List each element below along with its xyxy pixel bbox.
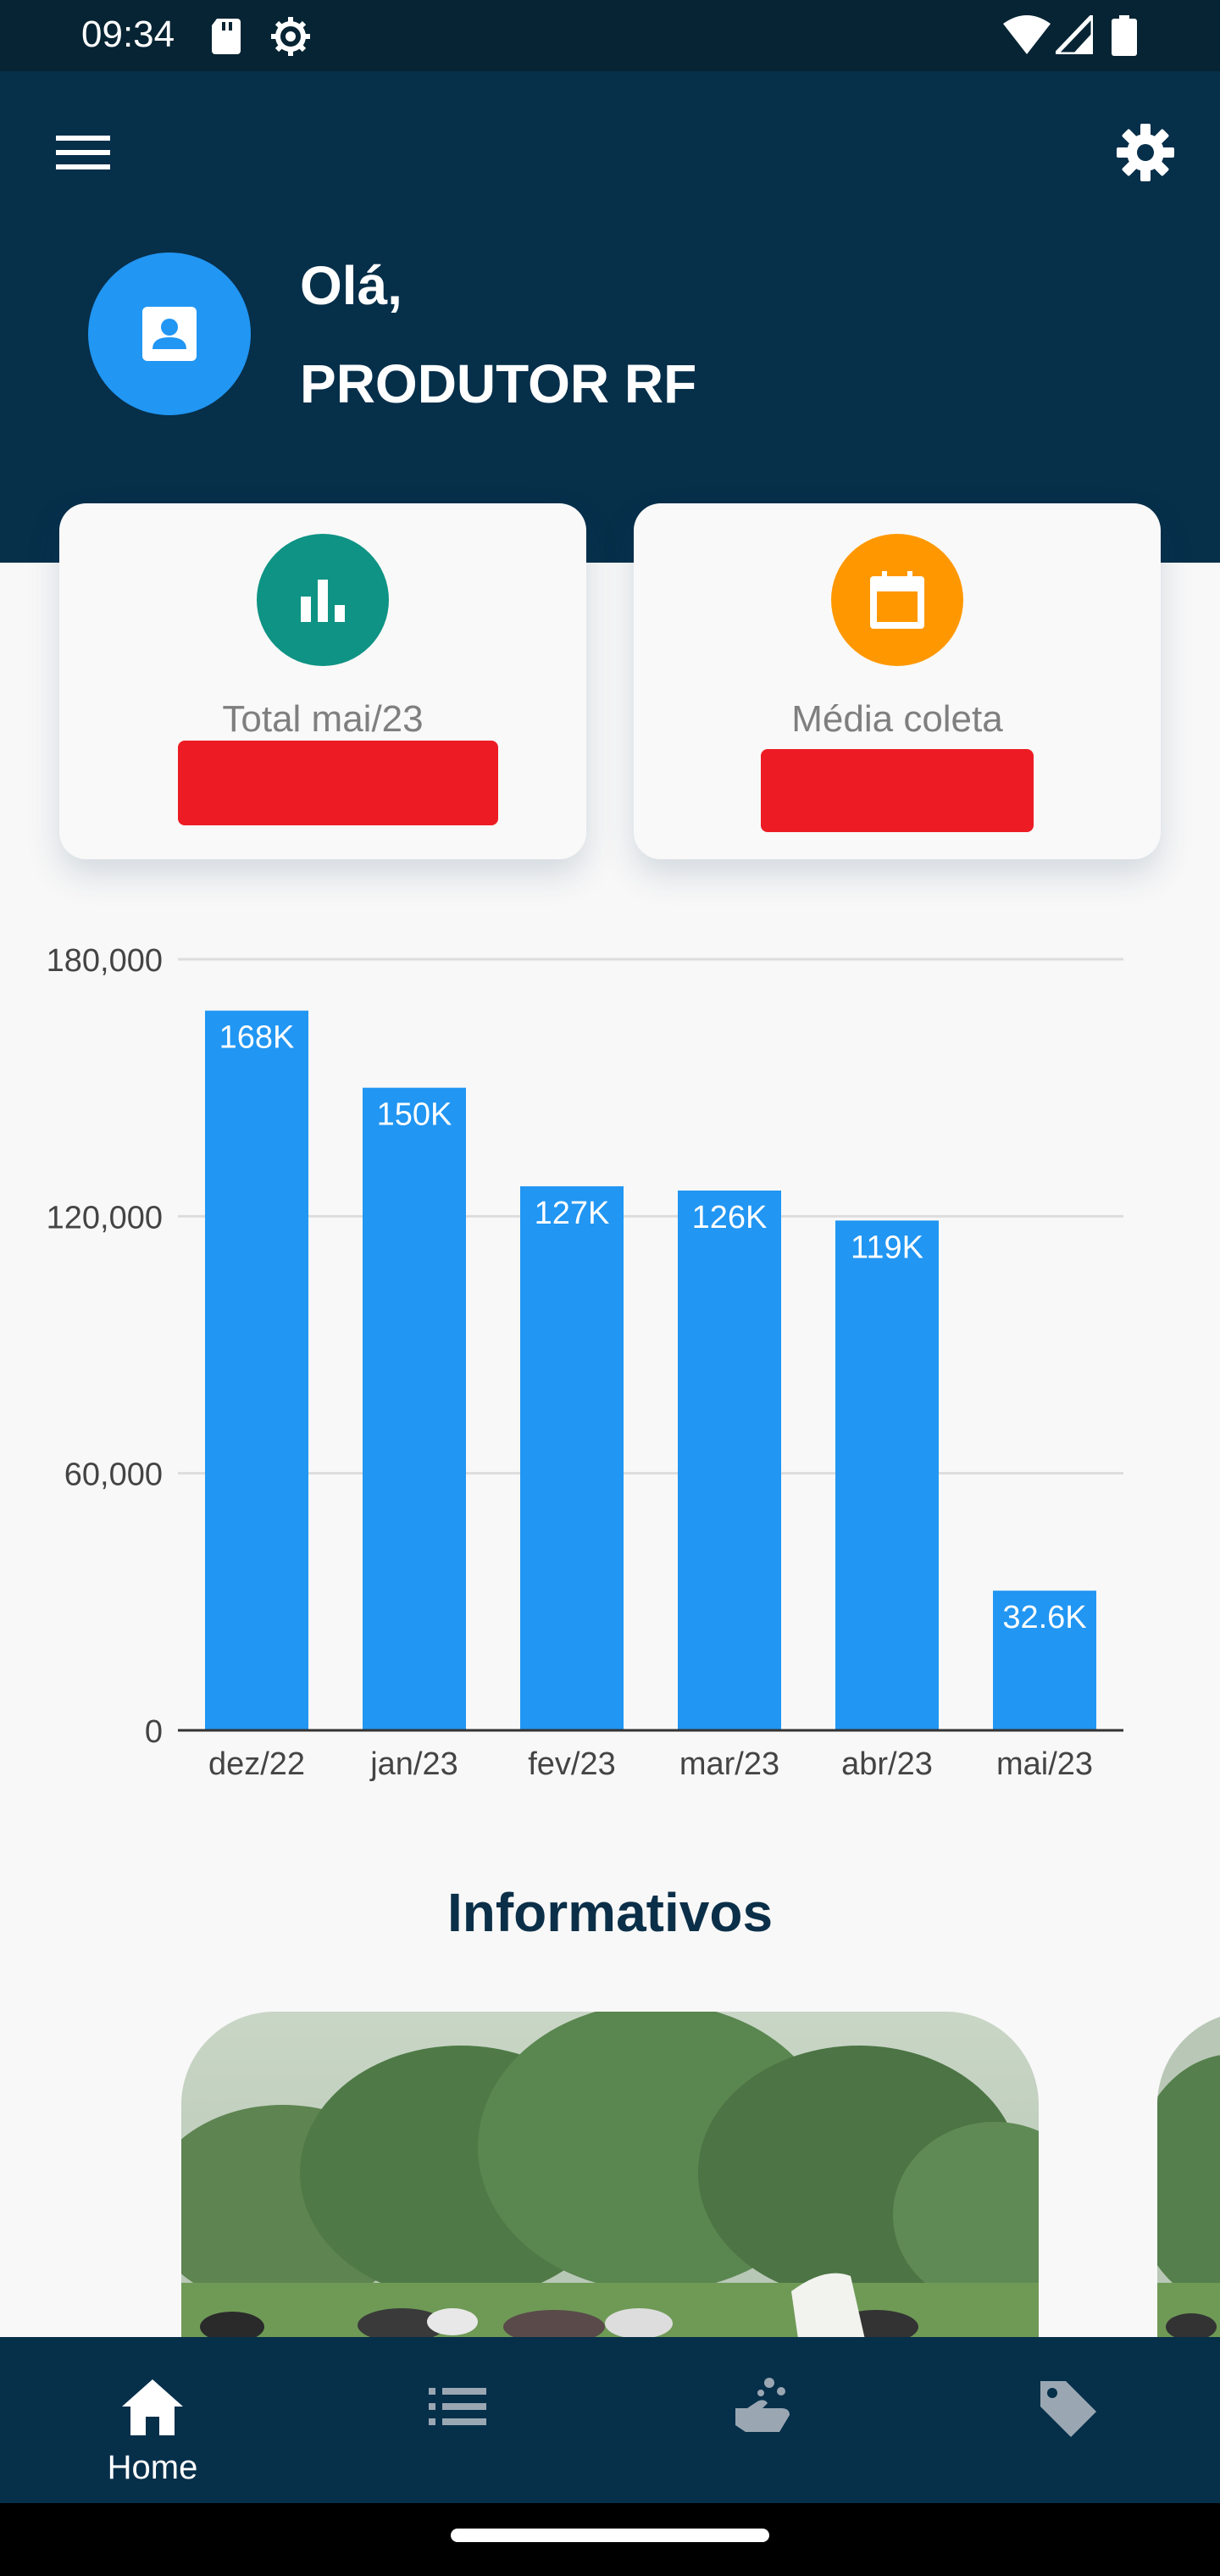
hand-wash-icon — [735, 2378, 790, 2432]
total-card-title: Total mai/23 — [222, 698, 424, 740]
y-tick-label: 120,000 — [47, 1200, 163, 1235]
calendar-icon — [870, 571, 924, 629]
status-time: 09:34 — [81, 14, 175, 55]
x-tick-label: fev/23 — [528, 1746, 616, 1782]
total-card[interactable]: Total mai/23 — [59, 503, 586, 859]
bar-data-label: 168K — [219, 1020, 295, 1056]
nav-item-hand-wash[interactable] — [610, 2337, 915, 2503]
bar-data-label: 119K — [851, 1230, 923, 1265]
production-chart: 0 60,000 120,000 180,000 168K dez/22 150K jan/2… — [0, 915, 1220, 1796]
chart-bar — [520, 1185, 624, 1730]
gear-icon[interactable] — [1115, 122, 1176, 183]
sd-card-icon — [212, 19, 241, 54]
y-tick-label: 60,000 — [64, 1457, 163, 1493]
list-icon — [429, 2388, 486, 2425]
nav-item-list[interactable] — [305, 2337, 610, 2503]
x-tick-label: abr/23 — [841, 1746, 933, 1782]
x-tick-label: dez/22 — [208, 1746, 305, 1782]
settings-cog-icon — [271, 17, 310, 56]
home-gesture-handle[interactable] — [451, 2529, 769, 2542]
bar-chart-icon-badge — [257, 534, 389, 666]
x-tick-label: jan/23 — [369, 1746, 458, 1782]
tag-icon — [1040, 2381, 1096, 2437]
news-card[interactable] — [181, 2012, 1039, 2351]
bar-chart-icon — [301, 580, 345, 622]
nav-label-home: Home — [107, 2449, 198, 2486]
bar-chart: 0 60,000 120,000 180,000 168K dez/22 150K jan/2… — [47, 943, 1123, 1782]
media-card-title: Média coleta — [791, 698, 1003, 740]
battery-icon — [1112, 15, 1137, 56]
media-card[interactable]: Média coleta — [634, 503, 1161, 859]
x-tick-label: mar/23 — [679, 1746, 779, 1782]
bar-data-label: 150K — [377, 1097, 452, 1133]
chart-bar — [363, 1087, 466, 1730]
bar-data-label: 32.6K — [1002, 1600, 1086, 1635]
avatar[interactable] — [88, 253, 251, 415]
nav-item-tag[interactable] — [915, 2337, 1220, 2503]
wifi-icon — [1003, 15, 1051, 54]
menu-icon[interactable] — [53, 127, 114, 178]
nav-item-home[interactable]: Home — [0, 2337, 305, 2503]
y-tick-label: 180,000 — [47, 943, 163, 979]
signal-icon — [1056, 15, 1093, 54]
calendar-icon-badge — [831, 534, 963, 666]
chart-bar — [205, 1010, 308, 1730]
redacted-value — [178, 741, 498, 825]
status-bar: 09:34 — [0, 0, 1220, 71]
chart-bar — [678, 1191, 781, 1730]
bar-data-label: 126K — [692, 1200, 768, 1235]
redacted-value — [761, 749, 1034, 832]
x-tick-label: mai/23 — [996, 1746, 1093, 1782]
news-card-next[interactable] — [1157, 2012, 1220, 2351]
y-tick-label: 0 — [145, 1714, 163, 1750]
home-icon — [122, 2379, 183, 2435]
chart-bar — [835, 1220, 939, 1730]
producer-name: PRODUTOR RF — [300, 353, 697, 414]
contact-card-icon — [142, 307, 197, 361]
bar-data-label: 127K — [535, 1196, 610, 1231]
greeting-text: Olá, — [300, 255, 402, 316]
system-gesture-bar — [0, 2503, 1220, 2576]
news-image — [1157, 2012, 1220, 2351]
bottom-navigation: Home — [0, 2337, 1220, 2503]
news-image — [181, 2012, 1039, 2351]
informativos-title: Informativos — [446, 1882, 774, 1943]
